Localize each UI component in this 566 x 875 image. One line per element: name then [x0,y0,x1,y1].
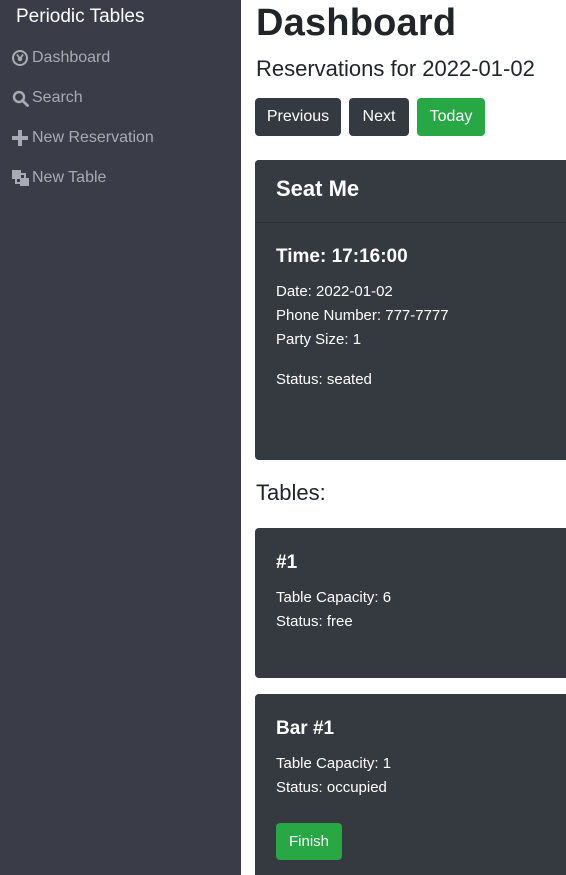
finish-button[interactable]: Finish [276,823,343,860]
sidebar: Periodic Tables Dashboard Search New Res… [0,0,241,875]
page-title: Dashboard [256,2,457,44]
reservation-card-header: Seat Me [255,160,566,223]
sidebar-item-label: Dashboard [32,49,111,66]
sidebar-item-dashboard[interactable]: Dashboard [11,46,110,70]
layers-icon [11,169,29,187]
brand-title[interactable]: Periodic Tables [16,6,145,28]
table-name: #1 [276,552,298,573]
sidebar-item-new-table[interactable]: New Table [11,166,106,190]
table-status: Status: occupied [276,779,387,796]
dashboard-icon [11,49,29,67]
reservation-time: Time: 17:16:00 [276,246,408,267]
reservation-date: Date: 2022-01-02 [276,283,393,300]
tables-heading: Tables: [256,480,326,505]
sidebar-item-label: New Reservation [32,129,154,146]
sidebar-item-search[interactable]: Search [11,86,83,110]
next-button[interactable]: Next [349,98,409,136]
app-root: Periodic Tables Dashboard Search New Res… [0,0,566,875]
table-capacity: Table Capacity: 6 [276,589,392,606]
table-card: #1 Table Capacity: 6 Status: free [255,528,566,678]
previous-button[interactable]: Previous [255,98,341,136]
sidebar-item-new-reservation[interactable]: New Reservation [11,126,154,150]
sidebar-item-label: Search [32,89,83,106]
table-name: Bar #1 [276,718,335,739]
reservation-status: Status: seated [276,371,372,388]
reservation-phone: Phone Number: 777-7777 [276,307,449,324]
table-capacity: Table Capacity: 1 [276,755,392,772]
reservations-date-heading: Reservations for 2022-01-02 [256,56,535,81]
reservation-card: Seat Me Time: 17:16:00 Date: 2022-01-02 … [255,160,566,460]
main-content: Dashboard Reservations for 2022-01-02 Pr… [241,0,566,875]
sidebar-item-label: New Table [32,169,107,186]
search-icon [11,89,29,107]
table-status: Status: free [276,613,353,630]
today-button[interactable]: Today [417,98,485,136]
reservation-party-size: Party Size: 1 [276,331,362,348]
seat-me-link[interactable]: Seat Me [276,176,359,202]
plus-icon [11,129,29,147]
table-card: Bar #1 Table Capacity: 1 Status: occupie… [255,694,566,875]
